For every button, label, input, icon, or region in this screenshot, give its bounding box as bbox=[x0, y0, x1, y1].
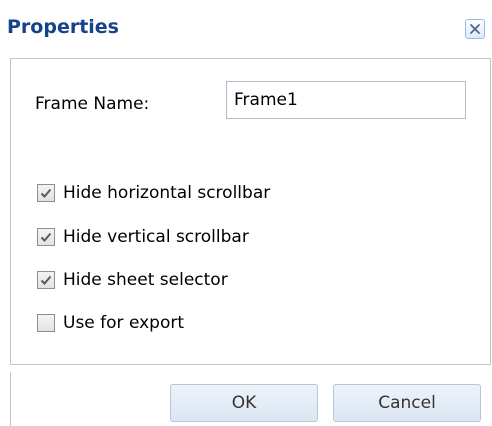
checkbox-label: Use for export bbox=[63, 313, 185, 333]
checkbox-label: Hide sheet selector bbox=[63, 270, 228, 290]
dialog-title: Properties bbox=[7, 16, 119, 38]
checkbox-label: Hide horizontal scrollbar bbox=[63, 183, 271, 203]
checkbox-label: Hide vertical scrollbar bbox=[63, 227, 249, 247]
hide-horizontal-scrollbar-checkbox[interactable]: Hide horizontal scrollbar bbox=[37, 181, 270, 205]
close-button[interactable] bbox=[465, 19, 485, 39]
frame-name-label: Frame Name: bbox=[35, 94, 150, 114]
cancel-button[interactable]: Cancel bbox=[333, 384, 481, 422]
frame-name-input[interactable] bbox=[226, 81, 466, 119]
checkbox-box[interactable] bbox=[37, 271, 55, 289]
dialog-titlebar: Properties bbox=[0, 0, 492, 48]
checkbox-box[interactable] bbox=[37, 314, 55, 332]
checkbox-box[interactable] bbox=[37, 184, 55, 202]
ok-button[interactable]: OK bbox=[170, 384, 318, 422]
close-icon bbox=[470, 24, 480, 34]
use-for-export-checkbox[interactable]: Use for export bbox=[37, 311, 184, 335]
hide-vertical-scrollbar-checkbox[interactable]: Hide vertical scrollbar bbox=[37, 225, 249, 249]
properties-dialog: Properties Frame Name: Hide horizontal s… bbox=[0, 0, 492, 426]
properties-panel: Frame Name: Hide horizontal scrollbar Hi… bbox=[10, 58, 491, 365]
checkmark-icon bbox=[40, 275, 52, 285]
checkmark-icon bbox=[40, 232, 52, 242]
checkbox-box[interactable] bbox=[37, 228, 55, 246]
hide-sheet-selector-checkbox[interactable]: Hide sheet selector bbox=[37, 268, 228, 292]
checkmark-icon bbox=[40, 188, 52, 198]
footer-divider bbox=[10, 372, 11, 426]
